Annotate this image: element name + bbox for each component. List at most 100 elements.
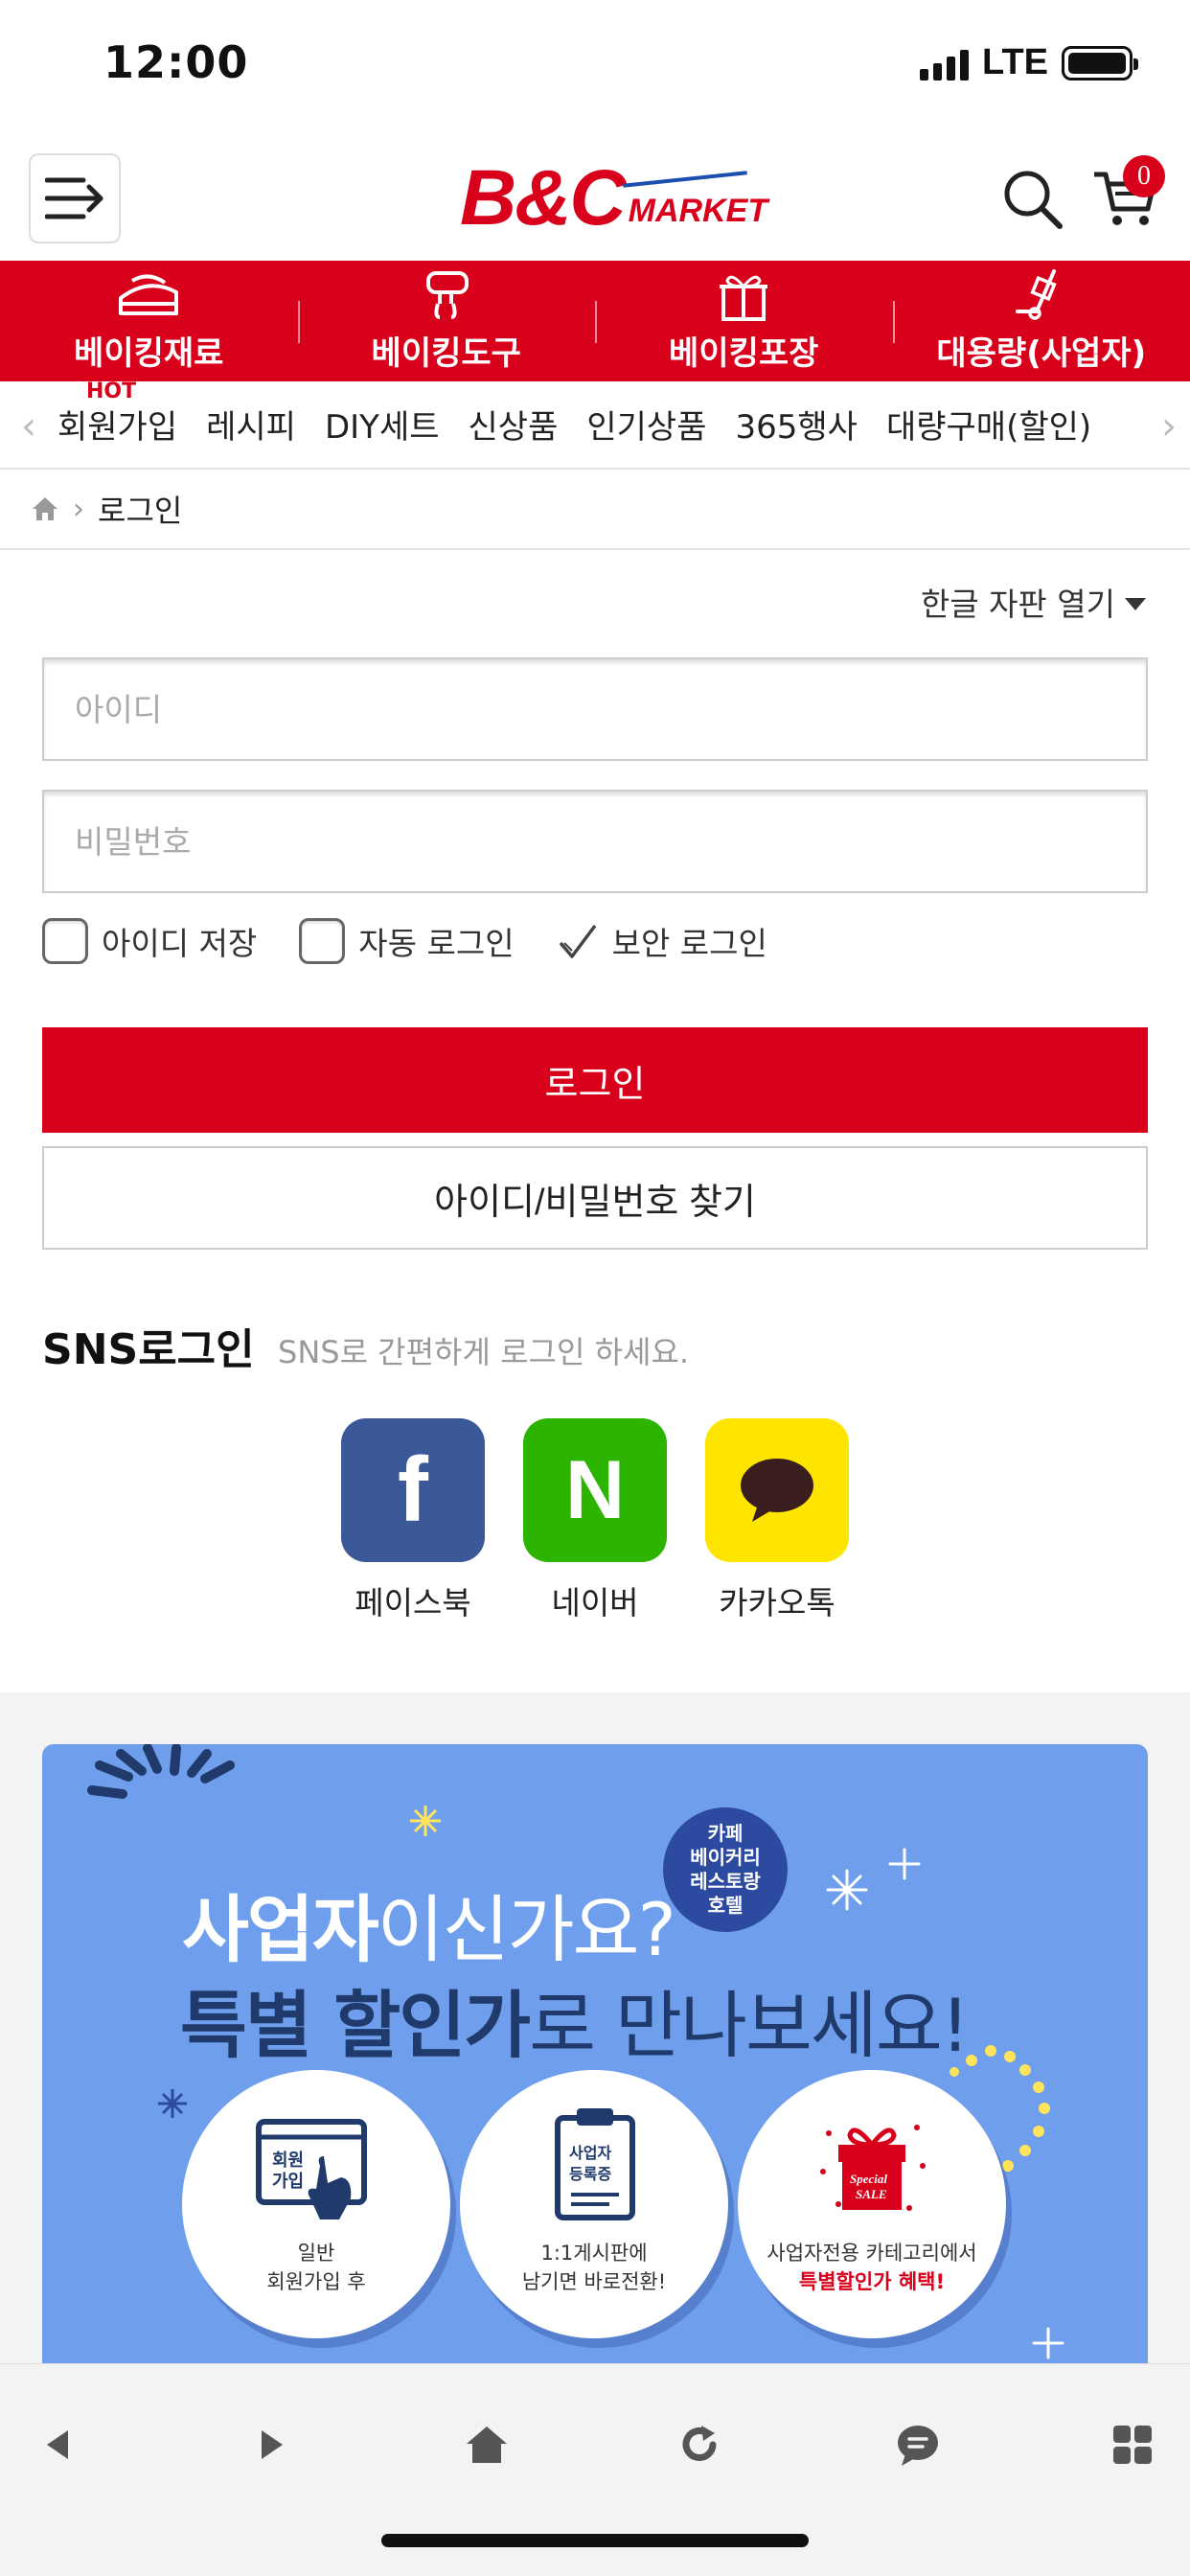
logo-market-text: MARKET (622, 171, 768, 230)
keyboard-toggle-label: 한글 자판 열기 (920, 586, 1115, 623)
subnav-items: HOT 회원가입 레시피 DIY세트 신상품 인기상품 365행사 대량구매(할… (57, 380, 1091, 448)
facebook-icon[interactable]: f (341, 1418, 485, 1562)
subnav-item-signup[interactable]: HOT 회원가입 (57, 380, 178, 448)
find-id-password-button[interactable]: 아이디/비밀번호 찾기 (42, 1146, 1148, 1250)
svg-text:등록증: 등록증 (569, 2165, 611, 2183)
category-label: 베이킹재료 (74, 334, 224, 373)
step-signup: 회원 가입 일반 회원가입 후 (182, 2070, 450, 2338)
svg-text:Special: Special (850, 2172, 887, 2186)
chevron-right-icon: › (73, 492, 84, 526)
home-icon (467, 2426, 507, 2463)
category-baking-tools[interactable]: 베이킹도구 (297, 261, 596, 381)
home-indicator[interactable] (381, 2534, 809, 2547)
business-promo-banner[interactable]: 사업자이신가요? 특별 할인가로 만나보세요! 카페 베이커리 레스토랑 호텔 … (42, 1744, 1148, 2363)
subnav-item-label: 회원가입 (57, 408, 178, 447)
facebook-login[interactable]: f 페이스북 (341, 1418, 485, 1623)
badge-line: 호텔 (707, 1894, 744, 1917)
banner-headline-2: 특별 할인가로 만나보세요! (180, 1966, 970, 2072)
step-sale-text: 사업자전용 카테고리에서 특별할인가 혜택! (738, 2239, 1006, 2297)
refresh-button[interactable] (671, 2416, 728, 2473)
facebook-glyph: f (398, 1438, 428, 1541)
category-baking-packaging[interactable]: 베이킹포장 (595, 261, 893, 381)
category-bar: 베이킹재료 베이킹도구 베이킹포장 대용량(사업자) (0, 261, 1190, 381)
home-button[interactable] (458, 2416, 515, 2473)
gift-box-icon (720, 275, 768, 321)
clipboard-icon: 사업자 등록증 (555, 2108, 635, 2220)
banner-headline-2-bold: 특별 할인가 (180, 1983, 531, 2068)
forward-triangle-icon (262, 2430, 283, 2459)
subnav-item-365-event[interactable]: 365행사 (735, 401, 857, 448)
checkmark-icon[interactable] (557, 920, 599, 962)
search-button[interactable] (1002, 169, 1064, 230)
save-id-label: 아이디 저장 (102, 925, 258, 962)
subnav-item-new[interactable]: 신상품 (469, 401, 559, 448)
forward-button[interactable] (243, 2416, 301, 2473)
secure-login-label: 보안 로그인 (611, 925, 767, 962)
status-bar: 12:00 LTE (0, 0, 1190, 130)
naver-label: 네이버 (551, 1584, 639, 1622)
badge-line: 베이커리 (690, 1846, 761, 1869)
keyboard-toggle[interactable]: 한글 자판 열기 (921, 579, 1146, 625)
sns-login-title: SNS로그인 (42, 1325, 255, 1374)
kakaotalk-label: 카카오톡 (719, 1584, 835, 1622)
naver-login[interactable]: N 네이버 (523, 1418, 667, 1623)
category-baking-ingredients[interactable]: 베이킹재료 (0, 261, 298, 381)
subnav-prev-icon[interactable]: ‹ (21, 404, 36, 448)
naver-icon[interactable]: N (523, 1418, 667, 1562)
breadcrumb-current: 로그인 (98, 493, 183, 529)
refresh-icon (682, 2426, 717, 2461)
category-bulk-business[interactable]: 대용량(사업자) (892, 261, 1190, 381)
signal-icon (920, 46, 970, 80)
site-header: B&C MARKET 0 (0, 130, 1190, 261)
step-signup-text: 일반 회원가입 후 (182, 2239, 450, 2297)
password-input[interactable] (42, 790, 1148, 893)
sns-login-subtitle: SNS로 간편하게 로그인 하세요. (278, 1334, 690, 1370)
grid-icon (1113, 2426, 1152, 2464)
home-icon[interactable] (31, 495, 59, 522)
mixer-icon (425, 270, 469, 319)
step-line: 사업자전용 카테고리에서 (767, 2242, 977, 2265)
logo-sub: MARKET (628, 193, 768, 229)
subnav-item-recipe[interactable]: 레시피 (206, 401, 296, 448)
subnav-next-icon[interactable]: › (1152, 404, 1177, 448)
step-line: 1:1게시판에 (540, 2242, 648, 2265)
status-indicators: LTE (920, 42, 1138, 83)
cake-icon (119, 274, 179, 315)
category-label: 대용량(사업자) (936, 334, 1147, 373)
menu-button[interactable] (29, 153, 121, 243)
network-label: LTE (982, 42, 1048, 82)
back-button[interactable] (29, 2416, 86, 2473)
chat-button[interactable] (889, 2416, 947, 2473)
kakaotalk-icon[interactable] (705, 1418, 849, 1562)
svg-text:SALE: SALE (856, 2187, 887, 2201)
banner-headline-1-rest: 이신가요? (377, 1887, 676, 1972)
auto-login-checkbox[interactable] (299, 918, 346, 964)
save-id-option[interactable]: 아이디 저장 (42, 918, 257, 964)
signup-click-icon: 회원 가입 (256, 2119, 367, 2220)
category-label: 베이킹도구 (371, 334, 521, 373)
login-button[interactable]: 로그인 (42, 1027, 1148, 1133)
banner-headline-1: 사업자이신가요? (182, 1871, 676, 1976)
secure-login-option[interactable]: 보안 로그인 (557, 918, 767, 964)
svg-text:회원: 회원 (272, 2150, 304, 2171)
category-label: 베이킹포장 (669, 334, 819, 373)
sub-navigation: ‹ HOT 회원가입 레시피 DIY세트 신상품 인기상품 365행사 대량구매… (0, 380, 1190, 470)
save-id-checkbox[interactable] (42, 918, 88, 964)
svg-text:가입: 가입 (272, 2171, 304, 2192)
subnav-item-diy-set[interactable]: DIY세트 (325, 401, 440, 448)
step-line: 일반 (297, 2242, 335, 2265)
naver-glyph: N (564, 1444, 626, 1536)
id-input[interactable] (42, 657, 1148, 761)
badge-line: 카페 (707, 1822, 744, 1845)
brand-logo[interactable]: B&C MARKET (460, 159, 767, 238)
subnav-item-bulk-purchase[interactable]: 대량구매(할인) (886, 401, 1091, 448)
subnav-item-popular[interactable]: 인기상품 (586, 401, 706, 448)
hot-badge: HOT (86, 380, 137, 403)
step-line: 남기면 바로전환! (521, 2270, 667, 2294)
kakaotalk-login[interactable]: 카카오톡 (705, 1418, 849, 1623)
apps-button[interactable] (1104, 2416, 1161, 2473)
search-icon (1004, 171, 1063, 229)
step-registration-text: 1:1게시판에 남기면 바로전환! (460, 2239, 728, 2297)
auto-login-option[interactable]: 자동 로그인 (299, 918, 515, 964)
battery-icon (1062, 45, 1138, 80)
